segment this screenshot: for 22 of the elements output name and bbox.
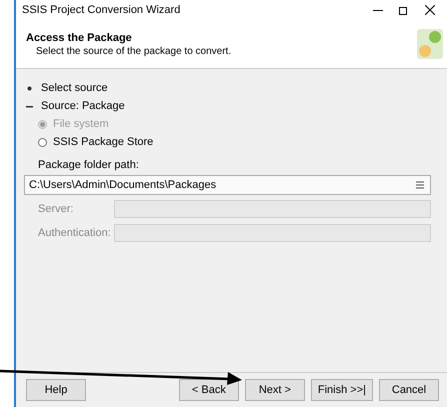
browse-icon[interactable] bbox=[416, 181, 424, 189]
option-label: File system bbox=[53, 118, 109, 130]
expander-icon[interactable] bbox=[26, 84, 33, 92]
section-label: Select source bbox=[41, 82, 108, 94]
wizard-button[interactable]: Next > bbox=[244, 379, 305, 401]
field-label: Authentication: bbox=[38, 227, 112, 239]
page-subtitle: Select the source of the package to convert. bbox=[35, 46, 232, 56]
field-label: Server: bbox=[38, 203, 74, 215]
wizard-button[interactable]: < Back bbox=[178, 379, 239, 401]
radio-button[interactable] bbox=[38, 138, 47, 146]
wizard-button[interactable]: Help bbox=[26, 379, 86, 401]
path-field[interactable]: C:\Users\Admin\Documents\Packages bbox=[24, 175, 431, 195]
wizard-button[interactable]: Cancel bbox=[379, 379, 439, 401]
wizard-button[interactable]: Finish >>| bbox=[310, 379, 373, 401]
wizard-icon bbox=[415, 27, 445, 61]
window-title: SSIS Project Conversion Wizard bbox=[22, 4, 180, 16]
section-label: Source: Package bbox=[41, 100, 125, 112]
restore-icon[interactable] bbox=[399, 5, 409, 15]
page-title: Access the Package bbox=[26, 32, 133, 44]
field-label: Package folder path: bbox=[38, 159, 140, 171]
close-icon[interactable] bbox=[425, 5, 435, 15]
option-label: SSIS Package Store bbox=[53, 136, 154, 148]
